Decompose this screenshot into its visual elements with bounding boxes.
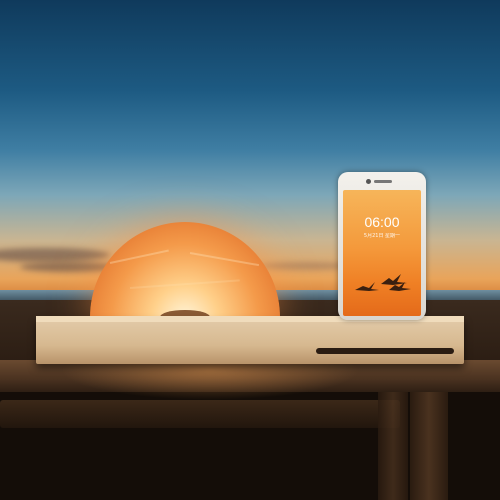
camera-icon bbox=[366, 179, 371, 184]
salt-vein bbox=[129, 279, 240, 289]
lock-screen-date: 5月21日 星期一 bbox=[363, 233, 401, 239]
cranes-icon bbox=[355, 274, 411, 291]
table-leg bbox=[378, 392, 408, 500]
table-rail bbox=[0, 400, 400, 428]
salt-vein bbox=[189, 252, 260, 267]
cloud bbox=[260, 262, 350, 270]
phone-screen: 06:00 5月21日 星期一 bbox=[343, 190, 421, 316]
salt-vein bbox=[109, 249, 169, 264]
product-photo: 06:00 5月21日 星期一 bbox=[0, 0, 500, 500]
base-slot bbox=[316, 348, 454, 354]
earpiece bbox=[374, 180, 392, 183]
smartphone: 06:00 5月21日 星期一 bbox=[338, 172, 426, 320]
wooden-base bbox=[36, 318, 464, 364]
table-leg bbox=[410, 392, 448, 500]
lock-screen-time: 06:00 bbox=[364, 214, 400, 230]
